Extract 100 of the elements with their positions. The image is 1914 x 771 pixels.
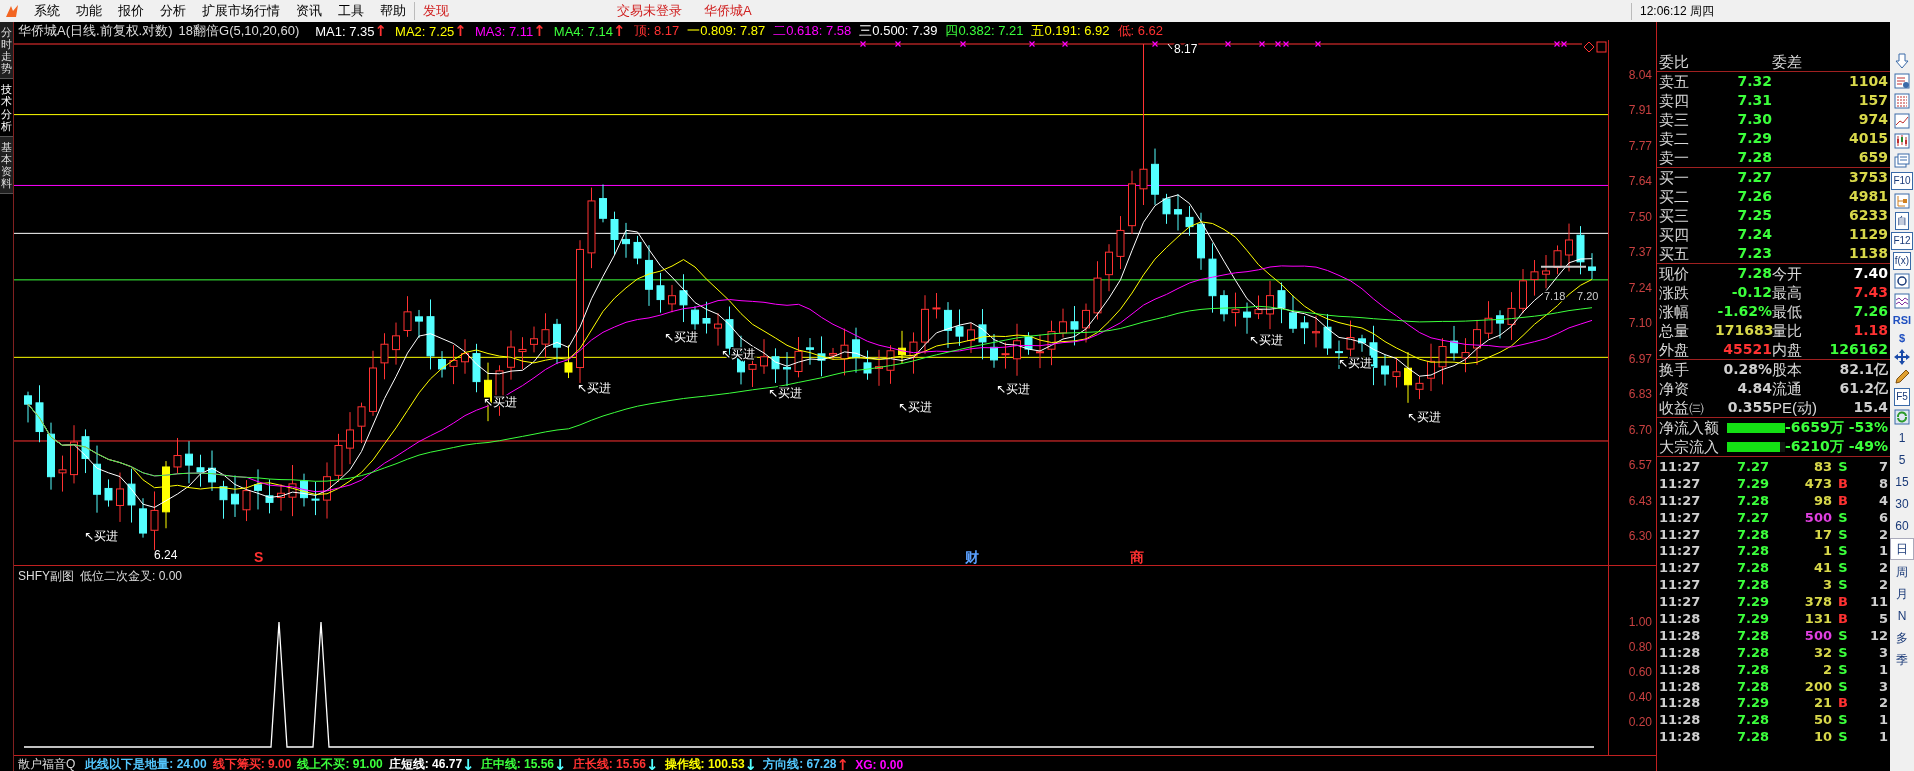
toolbar-button[interactable]: F5 (1894, 388, 1910, 406)
diamond-icon[interactable] (1583, 41, 1595, 53)
square-icon[interactable] (1596, 41, 1607, 53)
indicator-value: 顶: 8.17 (633, 22, 680, 40)
order-level-label: 买四 (1659, 225, 1690, 244)
period-button[interactable]: 月 (1891, 584, 1913, 604)
sub-axis-label: 0.80 (1628, 639, 1652, 655)
period-button[interactable]: 季 (1891, 650, 1913, 670)
quote-value: 82.1亿 (1838, 360, 1888, 379)
tick-count: 11 (1868, 593, 1888, 611)
period-button[interactable]: 15 (1891, 472, 1913, 492)
toolbar-button[interactable]: F10 (1891, 172, 1913, 190)
tick-side: S (1837, 525, 1849, 543)
tick-volume: 1 (1821, 542, 1832, 560)
tick-volume: 500 (1803, 626, 1832, 644)
arrow-down-icon[interactable] (1893, 52, 1911, 70)
price-axis-label: 6.70 (1628, 421, 1652, 438)
period-button[interactable]: 60 (1891, 516, 1913, 536)
tick-time: 11:28 (1659, 711, 1702, 729)
menu-item[interactable]: 系统 (26, 2, 68, 20)
quote-label: 外盘 (1659, 340, 1690, 359)
tick-side: B (1837, 491, 1849, 509)
tick-volume: 500 (1803, 508, 1832, 526)
period-button[interactable]: 周 (1891, 562, 1913, 582)
order-level-label: 买二 (1659, 187, 1690, 206)
tick-time: 11:28 (1659, 728, 1702, 746)
range-label: 7.20 (1577, 290, 1599, 302)
move-arrows-icon[interactable] (1893, 348, 1911, 366)
period-button[interactable]: 多 (1891, 628, 1913, 648)
tick-time: 11:27 (1659, 542, 1702, 560)
indicator-value: 五0.191: 6.92 (1031, 22, 1110, 40)
candlestick-icon[interactable] (1893, 132, 1911, 150)
toolbar-button[interactable]: f(x) (1892, 252, 1912, 270)
event-marker: 商 (1130, 549, 1144, 565)
wave-chart-icon[interactable] (1893, 292, 1911, 310)
menu-item[interactable]: 扩展市场行情 (194, 2, 288, 20)
quote-label: 委差 (1772, 52, 1803, 71)
indicator-value: MA2: 7.25 (395, 23, 455, 39)
buy-signal-label: ↖买进 (1407, 410, 1442, 424)
menu-item[interactable]: 报价 (110, 2, 152, 20)
tick-time: 11:28 (1659, 643, 1702, 661)
menu-item[interactable]: 资讯 (288, 2, 330, 20)
side-tab[interactable]: 分时走势 (0, 22, 13, 80)
price-axis-label: 7.50 (1628, 208, 1652, 225)
tick-time: 11:27 (1659, 593, 1702, 611)
tick-time: 11:27 (1659, 508, 1702, 526)
menu-item[interactable]: 帮助 (372, 2, 414, 20)
period-button[interactable]: 1 (1891, 428, 1913, 448)
indicator-value: 一0.809: 7.87 (687, 22, 766, 40)
menu-item[interactable]: 发现 (414, 2, 457, 20)
indicator-value: 方向线: 67.28 (763, 756, 837, 771)
trend-arrow: ↑ (836, 756, 850, 771)
period-button[interactable]: 30 (1891, 494, 1913, 514)
line-chart-icon[interactable] (1893, 112, 1911, 130)
period-button[interactable]: 5 (1891, 450, 1913, 470)
quote-value: 0.355 (1726, 398, 1772, 417)
toolbar-button[interactable]: $ (1898, 330, 1906, 346)
refresh-icon[interactable] (1893, 408, 1911, 426)
quote-label: 换手 (1659, 360, 1690, 379)
tick-count: 12 (1868, 626, 1888, 644)
menu-item[interactable]: 分析 (152, 2, 194, 20)
indicator-value: MA4: 7.14 (553, 23, 614, 39)
period-button[interactable]: N (1891, 606, 1913, 626)
tick-side: S (1837, 660, 1849, 678)
toolbar-button[interactable]: 自 (1895, 212, 1909, 230)
toolbar-button[interactable]: RSI (1892, 312, 1912, 328)
tick-side: S (1837, 559, 1849, 577)
indicator-value: MA1: 7.35 (315, 23, 375, 39)
tick-volume: 21 (1812, 694, 1832, 712)
toolbar-button[interactable]: F12 (1891, 232, 1913, 250)
sub-axis-label: 0.40 (1628, 689, 1652, 705)
tick-count: 2 (1877, 576, 1888, 594)
tick-volume: 41 (1812, 559, 1832, 577)
order-volume: 4015 (1848, 129, 1888, 148)
side-tab[interactable]: 基本资料 (0, 136, 13, 195)
order-level-label: 买一 (1659, 168, 1690, 187)
windows-icon[interactable] (1893, 152, 1911, 170)
indicator-value: MA3: 7.11 (474, 23, 534, 39)
period-button[interactable]: 日 (1890, 538, 1914, 560)
quote-label: 现价 (1659, 264, 1690, 283)
clock: 12:06:12 周四 (1630, 2, 1714, 20)
order-volume: 6233 (1848, 206, 1888, 225)
trade-status[interactable]: 交易未登录 (617, 2, 682, 20)
menu-item[interactable]: 功能 (68, 2, 110, 20)
price-axis-label: 6.57 (1628, 457, 1652, 474)
tick-time: 11:28 (1659, 677, 1702, 695)
quote-label: 今开 (1772, 264, 1803, 283)
quote-value: 15.4 (1852, 398, 1888, 417)
report-icon[interactable] (1893, 72, 1911, 90)
indicator-value: 二0.618: 7.58 (773, 22, 852, 40)
tree-icon[interactable] (1893, 192, 1911, 210)
price-axis-label: 6.30 (1628, 527, 1652, 544)
tick-count: 2 (1877, 525, 1888, 543)
order-volume: 659 (1857, 148, 1888, 167)
tick-side: B (1837, 610, 1849, 627)
menu-item[interactable]: 工具 (330, 2, 372, 20)
indicator-value: 庄短线: 46.77 (388, 756, 463, 771)
pencil-icon[interactable] (1893, 368, 1911, 386)
indicator-name: 18翻倍G(5,10,20,60) (178, 22, 300, 40)
flow-amount: -6210万 (1785, 437, 1843, 456)
